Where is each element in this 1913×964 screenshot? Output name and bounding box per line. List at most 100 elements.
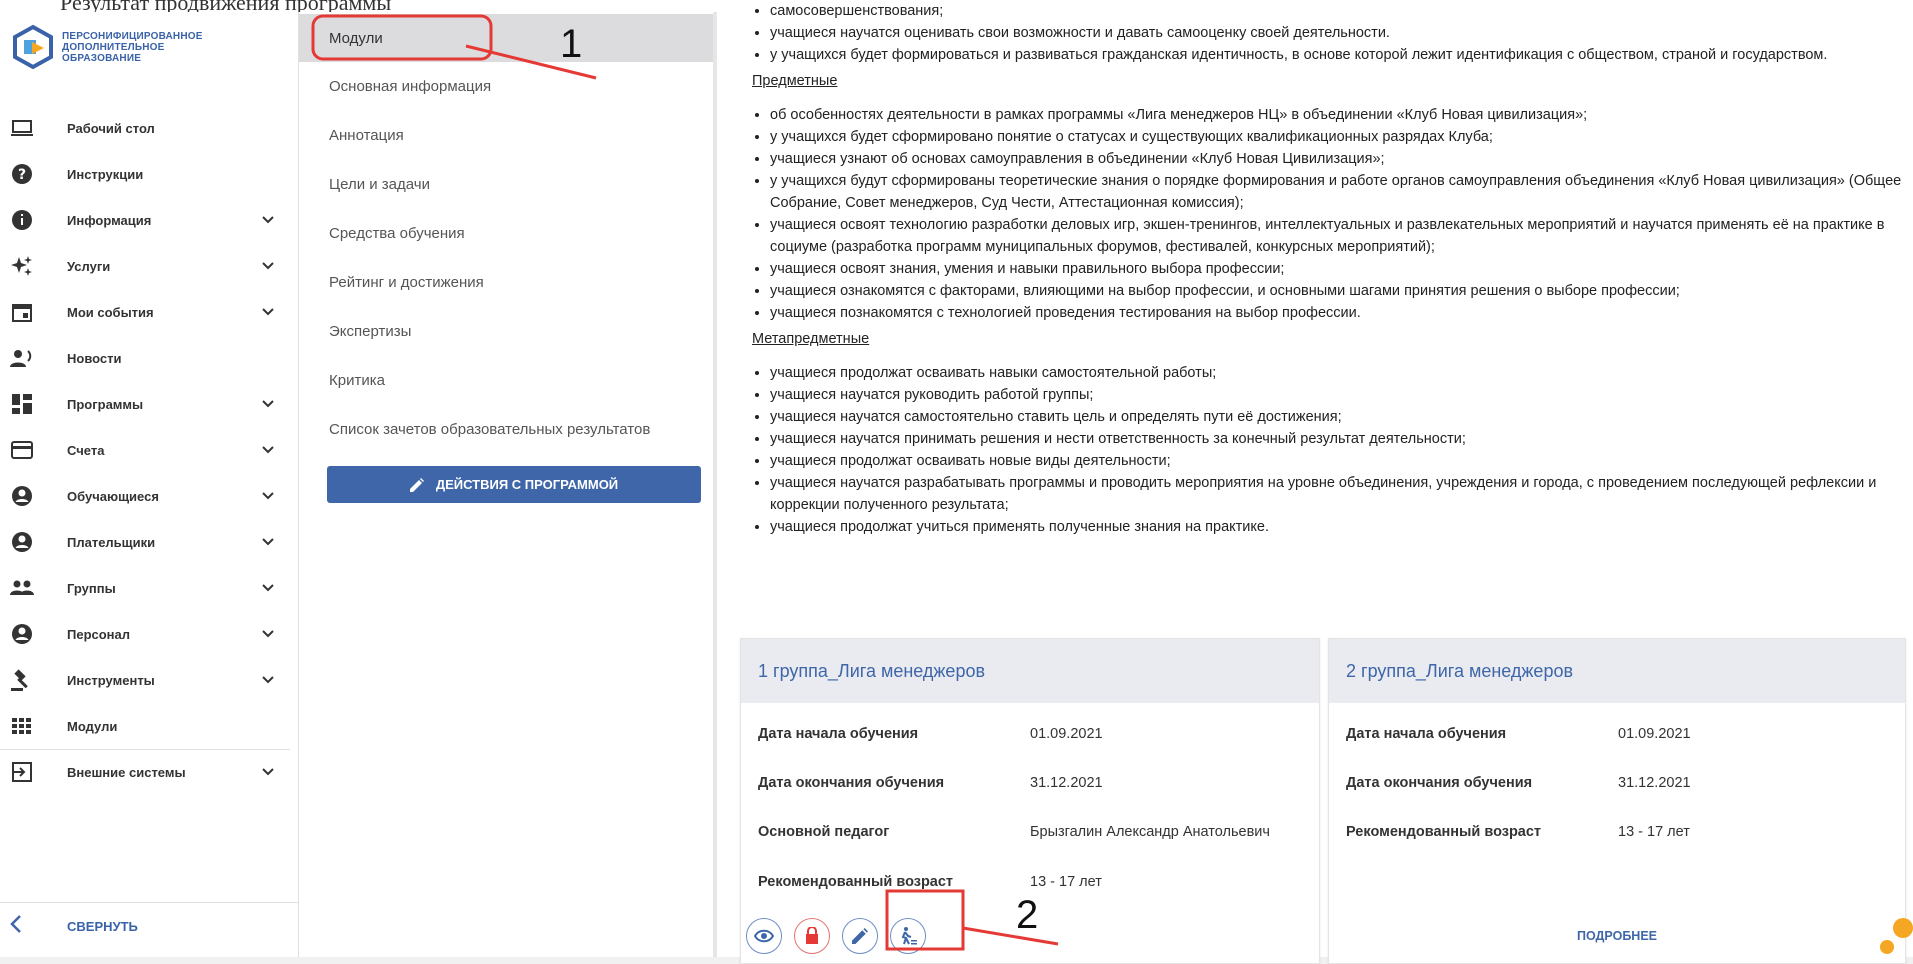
pencil-icon bbox=[852, 928, 868, 944]
nav-item-label: Персонал bbox=[67, 626, 131, 642]
login-icon bbox=[10, 760, 34, 784]
row-value: 13 - 17 лет bbox=[1618, 824, 1690, 840]
row-value: Брызгалин Александр Анатольевич bbox=[1030, 824, 1270, 840]
row-value: 13 - 17 лет bbox=[1030, 874, 1102, 890]
list-item: самосовершенствования; bbox=[770, 0, 1904, 22]
section-title-subject: Предметные bbox=[752, 73, 838, 89]
chevron-down-icon[interactable] bbox=[260, 212, 276, 228]
nav-item-modules[interactable]: Модули bbox=[0, 703, 298, 749]
walking-person-icon bbox=[901, 927, 917, 945]
chevron-down-icon[interactable] bbox=[260, 764, 276, 780]
account-circle-icon bbox=[10, 484, 34, 508]
nav-item-label: Внешние системы bbox=[67, 764, 186, 780]
group-card-2: 2 группа_Лига менеджеров Дата начала обу… bbox=[1328, 638, 1906, 964]
row-key: Дата окончания обучения bbox=[1346, 775, 1533, 791]
list-item: об особенностях деятельности в рамках пр… bbox=[770, 104, 1904, 126]
nav-item-tools[interactable]: Инструменты bbox=[0, 657, 298, 703]
apps-icon bbox=[10, 714, 34, 738]
personal-results-list: самосовершенствования; учащиеся научатся… bbox=[744, 0, 1904, 66]
chevron-left-icon bbox=[8, 914, 24, 939]
list-item: у учащихся будет сформировано понятие о … bbox=[770, 126, 1904, 148]
main-content: самосовершенствования; учащиеся научатся… bbox=[717, 3, 1913, 964]
help-icon: ? bbox=[10, 162, 34, 186]
orange-decoration bbox=[1880, 940, 1894, 954]
logo[interactable]: ПЕРСОНИФИЦИРОВАННОЕ ДОПОЛНИТЕЛЬНОЕ ОБРАЗ… bbox=[10, 22, 237, 72]
group-card-title[interactable]: 2 группа_Лига менеджеров bbox=[1346, 661, 1573, 682]
card-row: Рекомендованный возраст 13 - 17 лет bbox=[1346, 817, 1690, 847]
menu-item-expertise[interactable]: Экспертизы bbox=[299, 307, 713, 355]
chevron-down-icon[interactable] bbox=[260, 580, 276, 596]
nav-item-programs[interactable]: Программы bbox=[0, 381, 298, 427]
edit-button[interactable] bbox=[842, 918, 878, 954]
nav-item-news[interactable]: Новости bbox=[0, 335, 298, 381]
list-item: учащиеся научатся разрабатывать программ… bbox=[770, 472, 1904, 516]
view-button[interactable] bbox=[746, 918, 782, 954]
card-row: Дата начала обучения 01.09.2021 bbox=[758, 719, 1103, 749]
nav-item-external-systems[interactable]: Внешние системы bbox=[0, 749, 298, 795]
nav-item-accounts[interactable]: Счета bbox=[0, 427, 298, 473]
sparkle-icon bbox=[10, 254, 34, 278]
logo-icon bbox=[13, 24, 53, 70]
card-row: Дата окончания обучения 31.12.2021 bbox=[758, 768, 1103, 798]
row-value: 31.12.2021 bbox=[1030, 775, 1103, 791]
chevron-down-icon[interactable] bbox=[260, 534, 276, 550]
list-item: у учащихся будет формироваться и развива… bbox=[770, 44, 1904, 66]
menu-item-goals[interactable]: Цели и задачи bbox=[299, 160, 713, 208]
chevron-down-icon[interactable] bbox=[260, 672, 276, 688]
chevron-down-icon[interactable] bbox=[260, 396, 276, 412]
nav-item-services[interactable]: Услуги bbox=[0, 243, 298, 289]
chevron-down-icon[interactable] bbox=[260, 442, 276, 458]
chevron-down-icon[interactable] bbox=[260, 626, 276, 642]
nav-item-label: Услуги bbox=[67, 258, 111, 274]
list-item: учащиеся научатся руководить работой гру… bbox=[770, 384, 1904, 406]
nav-item-label: Информация bbox=[67, 212, 152, 228]
nav-item-label: Группы bbox=[67, 580, 116, 596]
row-key: Дата начала обучения bbox=[1346, 726, 1507, 742]
row-key: Рекомендованный возраст bbox=[758, 874, 954, 890]
logo-text: ПЕРСОНИФИЦИРОВАННОЕ ДОПОЛНИТЕЛЬНОЕ ОБРАЗ… bbox=[62, 30, 203, 64]
account-circle-icon bbox=[10, 622, 34, 646]
list-item: учащиеся познакомятся с технологией пров… bbox=[770, 302, 1904, 324]
nav-item-my-events[interactable]: Мои события bbox=[0, 289, 298, 335]
nav-item-label: Счета bbox=[67, 442, 105, 458]
menu-item-modules[interactable]: Модули bbox=[299, 14, 713, 62]
collapse-sidebar-button[interactable]: СВЕРНУТЬ bbox=[0, 902, 298, 949]
menu-item-rating[interactable]: Рейтинг и достижения bbox=[299, 258, 713, 306]
chevron-down-icon[interactable] bbox=[260, 304, 276, 320]
menu-item-label: Экспертизы bbox=[329, 322, 412, 340]
annotation-label-2: 2 bbox=[1016, 893, 1039, 937]
enrollment-button[interactable] bbox=[890, 918, 926, 954]
collapse-label: СВЕРНУТЬ bbox=[67, 918, 138, 934]
menu-item-main-info[interactable]: Основная информация bbox=[299, 62, 713, 110]
account-circle-icon bbox=[10, 530, 34, 554]
row-key: Рекомендованный возраст bbox=[1346, 824, 1542, 840]
group-card-header: 1 группа_Лига менеджеров bbox=[741, 639, 1319, 703]
section-title-meta: Метапредметные bbox=[752, 331, 870, 347]
chevron-down-icon[interactable] bbox=[260, 488, 276, 504]
nav-item-staff[interactable]: Персонал bbox=[0, 611, 298, 657]
list-item: учащиеся научатся оценивать свои возможн… bbox=[770, 22, 1904, 44]
nav-item-information[interactable]: Информация bbox=[0, 197, 298, 243]
program-actions-button[interactable]: ДЕЙСТВИЯ С ПРОГРАММОЙ bbox=[327, 466, 701, 503]
nav-item-payers[interactable]: Плательщики bbox=[0, 519, 298, 565]
menu-item-annotation[interactable]: Аннотация bbox=[299, 111, 713, 159]
group-card-title[interactable]: 1 группа_Лига менеджеров bbox=[758, 661, 985, 682]
more-details-link[interactable]: ПОДРОБНЕЕ bbox=[1329, 929, 1905, 943]
menu-item-learning-tools[interactable]: Средства обучения bbox=[299, 209, 713, 257]
nav-item-desktop[interactable]: Рабочий стол bbox=[0, 105, 298, 151]
calendar-icon bbox=[10, 300, 34, 324]
menu-item-label: Цели и задачи bbox=[329, 175, 430, 193]
lock-button[interactable] bbox=[794, 918, 830, 954]
gavel-icon bbox=[10, 668, 34, 692]
menu-item-critique[interactable]: Критика bbox=[299, 356, 713, 404]
nav-item-students[interactable]: Обучающиеся bbox=[0, 473, 298, 519]
nav-item-instructions[interactable]: ? Инструкции bbox=[0, 151, 298, 197]
card-row: Рекомендованный возраст 13 - 17 лет bbox=[758, 867, 1102, 897]
nav-item-label: Новости bbox=[67, 350, 122, 366]
menu-item-credits-list[interactable]: Список зачетов образовательных результат… bbox=[299, 405, 713, 453]
nav-item-groups[interactable]: Группы bbox=[0, 565, 298, 611]
chevron-down-icon[interactable] bbox=[260, 258, 276, 274]
row-key: Дата начала обучения bbox=[758, 726, 919, 742]
svg-text:?: ? bbox=[18, 167, 26, 183]
nav-item-label: Мои события bbox=[67, 304, 154, 320]
